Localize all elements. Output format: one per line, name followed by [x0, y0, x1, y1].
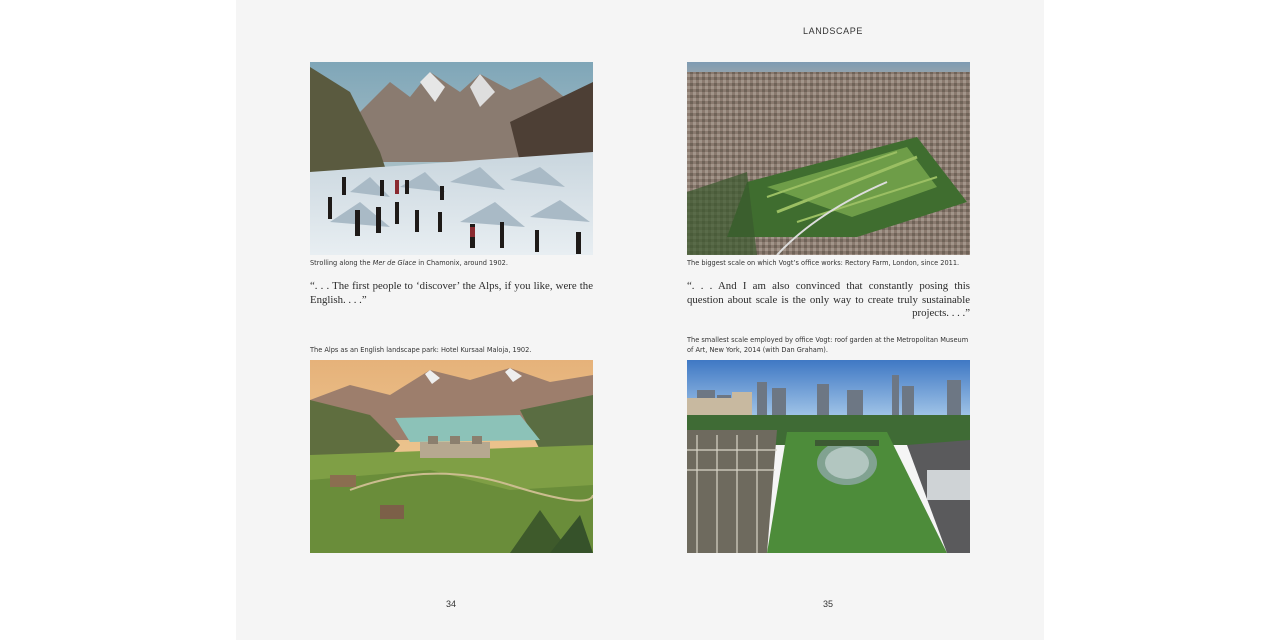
roof-garden-caption: The smallest scale employed by office Vo… — [687, 336, 969, 354]
rectory-farm-photo — [687, 62, 970, 255]
glacier-photo — [310, 62, 593, 255]
right-quote: “. . . And I am also convinced that cons… — [687, 280, 970, 319]
left-quote: “. . . The first people to ‘discover’ th… — [310, 280, 593, 306]
glacier-caption: Strolling along the Mer de Glace in Cham… — [310, 259, 508, 267]
page-number-left: 34 — [446, 599, 457, 609]
maloja-caption: The Alps as an English landscape park: H… — [310, 346, 532, 354]
roof-garden-photo — [687, 360, 970, 553]
rectory-farm-caption: The biggest scale on which Vogt’s office… — [687, 259, 960, 267]
section-header: LANDSCAPE — [803, 26, 863, 36]
page-number-right: 35 — [823, 599, 834, 609]
maloja-photo — [310, 360, 593, 553]
